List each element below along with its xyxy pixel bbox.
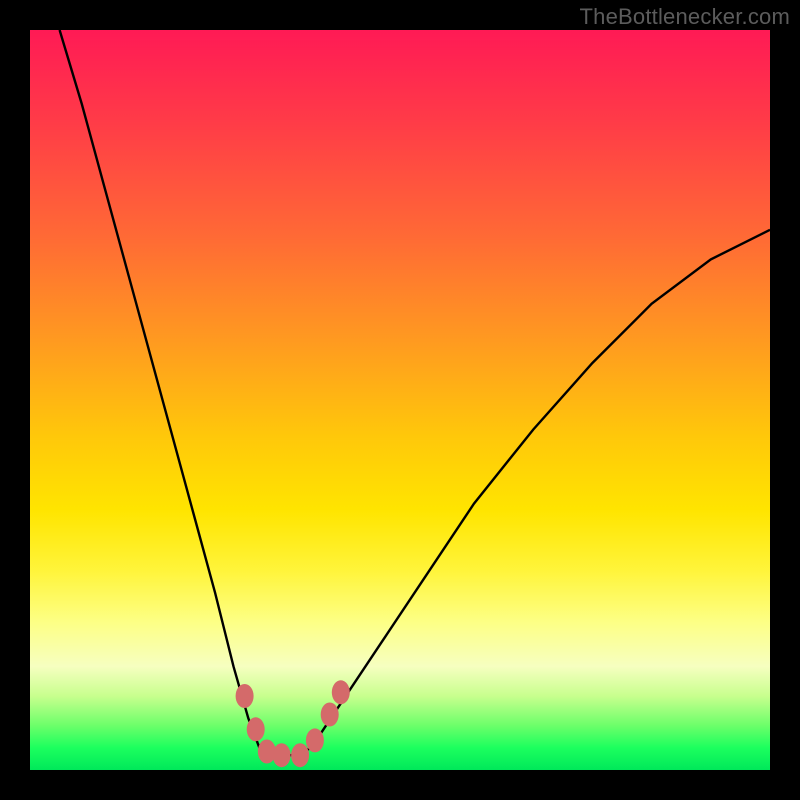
plot-area xyxy=(30,30,770,770)
curve-marker xyxy=(273,743,291,767)
curve-markers xyxy=(236,680,350,767)
outer-frame: TheBottlenecker.com xyxy=(0,0,800,800)
curve-marker xyxy=(236,684,254,708)
curve-marker xyxy=(247,717,265,741)
chart-svg xyxy=(30,30,770,770)
curve-marker xyxy=(306,728,324,752)
curve-marker xyxy=(332,680,350,704)
watermark-text: TheBottlenecker.com xyxy=(580,4,790,30)
curve-marker xyxy=(321,703,339,727)
bottleneck-curve xyxy=(60,30,770,755)
curve-marker xyxy=(291,743,309,767)
